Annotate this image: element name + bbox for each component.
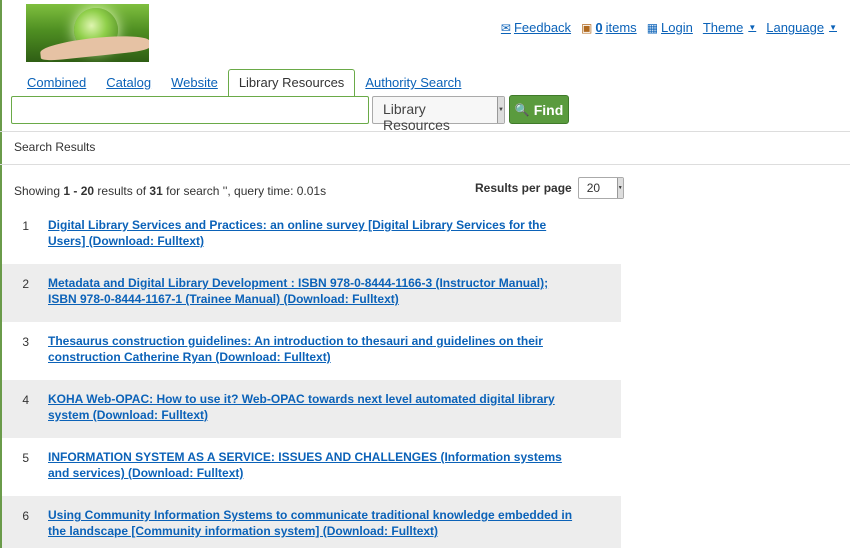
language-menu[interactable]: Language ▼ (766, 20, 837, 35)
breadcrumb: Search Results (14, 140, 96, 154)
dropdown-arrow-icon: ▼ (616, 178, 623, 198)
tab-library-resources[interactable]: Library Resources (227, 69, 356, 97)
result-title-link[interactable]: Thesaurus construction guidelines: An in… (48, 333, 578, 380)
cart-label: items (605, 20, 637, 35)
feedback-label: Feedback (513, 20, 572, 35)
theme-label: Theme (702, 20, 744, 35)
result-title-link[interactable]: INFORMATION SYSTEM AS A SERVICE: ISSUES … (48, 449, 578, 496)
envelope-icon: ✉ (500, 20, 511, 35)
result-title-link[interactable]: Metadata and Digital Library Development… (48, 275, 578, 322)
feedback-link[interactable]: ✉ Feedback (501, 20, 571, 35)
tab-authority-search[interactable]: Authority Search (355, 70, 471, 96)
summary-total: 31 (149, 184, 163, 198)
tab-combined[interactable]: Combined (17, 70, 96, 96)
result-row: 4 KOHA Web-OPAC: How to use it? Web-OPAC… (2, 380, 621, 438)
cart-link[interactable]: ▣ 0 items (581, 20, 637, 35)
user-icon: ▦ (646, 20, 659, 35)
result-number: 1 (22, 219, 29, 233)
divider (0, 131, 850, 132)
cart-icon: ▣ (581, 20, 593, 35)
library-logo[interactable] (26, 4, 149, 62)
result-row: 5 INFORMATION SYSTEM AS A SERVICE: ISSUE… (2, 438, 621, 496)
results-list: 1 Digital Library Services and Practices… (2, 206, 621, 548)
magnifier-icon: 🔍 (514, 102, 530, 117)
login-link[interactable]: ▦ Login (647, 20, 693, 35)
dropdown-arrow-icon: ▼ (497, 97, 504, 123)
tab-website[interactable]: Website (161, 70, 228, 96)
find-label: Find (533, 101, 564, 118)
search-scope-value: Library Resources (383, 101, 450, 133)
result-title-link[interactable]: Using Community Information Systems to c… (48, 507, 578, 548)
result-number: 6 (22, 509, 29, 523)
search-input[interactable] (11, 96, 369, 124)
divider (0, 164, 850, 165)
summary-range: 1 - 20 (63, 184, 95, 198)
chevron-down-icon: ▼ (748, 23, 757, 32)
login-label: Login (661, 20, 693, 35)
result-title-link[interactable]: Digital Library Services and Practices: … (48, 217, 578, 264)
top-navigation: ✉ Feedback ▣ 0 items ▦ Login Theme ▼ Lan… (501, 20, 837, 35)
result-row: 1 Digital Library Services and Practices… (2, 206, 621, 264)
result-number: 3 (22, 335, 29, 349)
cart-count: 0 (595, 20, 603, 35)
theme-menu[interactable]: Theme ▼ (703, 20, 756, 35)
language-label: Language (766, 20, 825, 35)
summary-mid: results of (94, 184, 150, 198)
results-per-page-value: 20 (586, 181, 601, 195)
result-title-link[interactable]: KOHA Web-OPAC: How to use it? Web-OPAC t… (48, 391, 578, 438)
result-number: 2 (22, 277, 29, 291)
result-row: 2 Metadata and Digital Library Developme… (2, 264, 621, 322)
results-per-page: Results per page 20 ▼ (475, 177, 624, 199)
results-per-page-select[interactable]: 20 ▼ (577, 177, 624, 199)
result-row: 3 Thesaurus construction guidelines: An … (2, 322, 621, 380)
results-per-page-label: Results per page (475, 181, 572, 195)
result-number: 5 (22, 451, 29, 465)
search-tabs: Combined Catalog Website Library Resourc… (17, 69, 471, 97)
search-scope-select[interactable]: Library Resources ▼ (372, 96, 505, 133)
summary-suffix: for search '', query time: 0.01s (162, 184, 327, 198)
find-button[interactable]: 🔍 Find (509, 95, 569, 124)
summary-prefix: Showing (14, 184, 64, 198)
tab-catalog[interactable]: Catalog (96, 70, 161, 96)
result-number: 4 (22, 393, 29, 407)
chevron-down-icon: ▼ (829, 23, 837, 32)
results-summary: Showing 1 - 20 results of 31 for search … (14, 184, 326, 198)
result-row: 6 Using Community Information Systems to… (2, 496, 621, 548)
